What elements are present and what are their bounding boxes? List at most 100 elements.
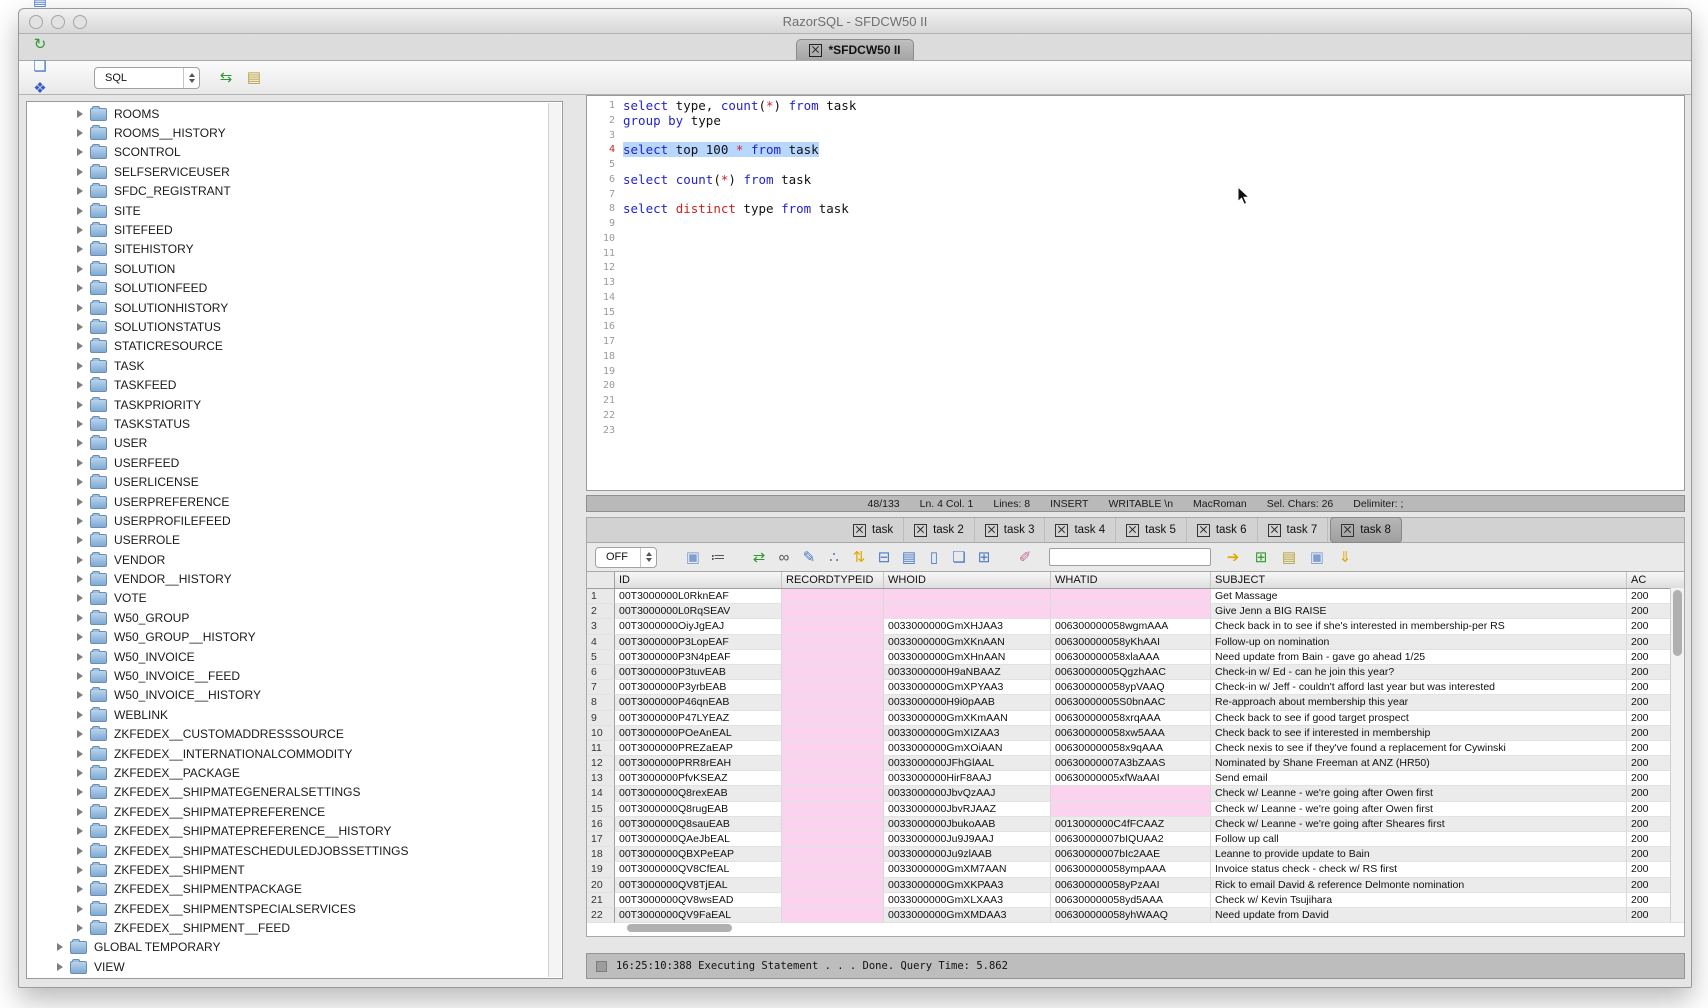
- tree-item[interactable]: ZKFEDEX__SHIPMATEPREFERENCE: [27, 802, 548, 821]
- auto-refresh-select[interactable]: OFF: [595, 547, 657, 568]
- cell-whatid[interactable]: 00630000007bIQUAA2: [1051, 832, 1211, 847]
- close-results-tab-icon[interactable]: [985, 524, 998, 537]
- cell-whoid[interactable]: 0033000000GmXPYAA3: [884, 680, 1051, 695]
- disclosure-triangle-icon[interactable]: [77, 245, 83, 253]
- close-tab-icon[interactable]: [809, 44, 822, 57]
- disclosure-triangle-icon[interactable]: [77, 808, 83, 816]
- results-tab[interactable]: task 8: [1330, 517, 1402, 543]
- tree-item[interactable]: SOLUTION: [27, 259, 548, 278]
- sql-editor[interactable]: 1234567891011121314151617181920212223 se…: [586, 95, 1685, 491]
- results-tab[interactable]: task 6: [1187, 518, 1258, 542]
- cell-whoid[interactable]: 0033000000Ju9zlAAB: [884, 847, 1051, 862]
- disclosure-triangle-icon[interactable]: [77, 905, 83, 913]
- cell-recordtypeid[interactable]: [782, 619, 884, 634]
- cell-whoid[interactable]: 0033000000GmXKPAA3: [884, 878, 1051, 893]
- search-next-icon[interactable]: ➔: [1222, 546, 1244, 568]
- tree-item[interactable]: VOTE: [27, 589, 548, 608]
- view-row-icon[interactable]: ∞: [773, 546, 795, 568]
- disclosure-triangle-icon[interactable]: [77, 769, 83, 777]
- tree-item[interactable]: SITEHISTORY: [27, 240, 548, 259]
- highlight-pen-icon[interactable]: ✐: [1014, 546, 1036, 568]
- cell-subject[interactable]: Need update from David: [1211, 908, 1627, 923]
- tree-item[interactable]: ZKFEDEX__CUSTOMADDRESSSOURCE: [27, 725, 548, 744]
- tree-item[interactable]: USERPROFILEFEED: [27, 511, 548, 530]
- disclosure-triangle-icon[interactable]: [77, 633, 83, 641]
- cell-recordtypeid[interactable]: [782, 893, 884, 908]
- cell-subject[interactable]: Check back to see if interested in membe…: [1211, 726, 1627, 741]
- cell-whatid[interactable]: 006300000058xw5AAA: [1051, 726, 1211, 741]
- cell-subject[interactable]: Check-in w/ Jeff - couldn't afford last …: [1211, 680, 1627, 695]
- tree-item[interactable]: SOLUTIONSTATUS: [27, 317, 548, 336]
- table-row[interactable]: 15 00T3000000Q8rugEAB 0033000000JbvRJAAZ…: [587, 802, 1684, 817]
- disclosure-triangle-icon[interactable]: [77, 401, 83, 409]
- document-tab[interactable]: *SFDCW50 II: [796, 39, 913, 60]
- sort-rows-icon[interactable]: ⇅: [848, 546, 870, 568]
- disclosure-triangle-icon[interactable]: [77, 478, 83, 486]
- save-results-icon[interactable]: ▣: [682, 546, 704, 568]
- cell-subject[interactable]: Check-in w/ Ed - can he join this year?: [1211, 665, 1627, 680]
- table-row[interactable]: 2 00T3000000L0RqSEAV Give Jenn a BIG RAI…: [587, 604, 1684, 619]
- cell-whoid[interactable]: 0033000000H9i0pAAB: [884, 695, 1051, 710]
- generate-sql-icon[interactable]: ⊞: [1250, 546, 1272, 568]
- cell-subject[interactable]: Get Massage: [1211, 589, 1627, 604]
- disclosure-triangle-icon[interactable]: [77, 847, 83, 855]
- close-results-tab-icon[interactable]: [1055, 524, 1068, 537]
- disclosure-triangle-icon[interactable]: [77, 129, 83, 137]
- column-header-activitydate[interactable]: AC: [1627, 572, 1684, 588]
- disclosure-triangle-icon[interactable]: [77, 498, 83, 506]
- form-view-icon[interactable]: ▯: [923, 546, 945, 568]
- insert-row-icon[interactable]: ∴: [823, 546, 845, 568]
- minimize-button[interactable]: [51, 15, 65, 29]
- disclosure-triangle-icon[interactable]: [77, 304, 83, 312]
- cell-whatid[interactable]: 006300000058x9qAAA: [1051, 741, 1211, 756]
- cell-whoid[interactable]: 0033000000GmXHnAAN: [884, 650, 1051, 665]
- cell-recordtypeid[interactable]: [782, 786, 884, 801]
- cell-id[interactable]: 00T3000000Q8rexEAB: [615, 786, 782, 801]
- cell-whatid[interactable]: [1051, 589, 1211, 604]
- cell-whatid[interactable]: 006300000058wgmAAA: [1051, 619, 1211, 634]
- tree-item[interactable]: ZKFEDEX__SHIPMATESCHEDULEDJOBSSETTINGS: [27, 841, 548, 860]
- results-tab[interactable]: task 2: [904, 518, 975, 542]
- disclosure-triangle-icon[interactable]: [77, 168, 83, 176]
- disclosure-triangle-icon[interactable]: [77, 284, 83, 292]
- cell-whatid[interactable]: [1051, 802, 1211, 817]
- cell-whatid[interactable]: 006300000058yPzAAI: [1051, 878, 1211, 893]
- table-row[interactable]: 8 00T3000000P46qnEAB 0033000000H9i0pAAB …: [587, 695, 1684, 710]
- cell-id[interactable]: 00T3000000Q8rugEAB: [615, 802, 782, 817]
- sidebar-scrollbar[interactable]: [548, 103, 561, 977]
- cell-whoid[interactable]: 0033000000GmXLXAA3: [884, 893, 1051, 908]
- column-header-whatid[interactable]: WHATID: [1051, 572, 1211, 588]
- tree-item[interactable]: W50_GROUP: [27, 608, 548, 627]
- cell-whoid[interactable]: 0033000000JbukoAAB: [884, 817, 1051, 832]
- refresh-icon[interactable]: ↻: [29, 34, 51, 56]
- tree-item[interactable]: SCONTROL: [27, 143, 548, 162]
- close-results-tab-icon[interactable]: [853, 524, 866, 537]
- disclosure-triangle-icon[interactable]: [77, 788, 83, 796]
- cell-id[interactable]: 00T3000000QBXPeEAP: [615, 847, 782, 862]
- export-table-icon[interactable]: ⊟: [873, 546, 895, 568]
- tree-item[interactable]: ROOMS: [27, 104, 548, 123]
- results-tab[interactable]: task 3: [975, 518, 1046, 542]
- cell-recordtypeid[interactable]: [782, 862, 884, 877]
- cell-whatid[interactable]: 00630000005QgzhAAC: [1051, 665, 1211, 680]
- cell-recordtypeid[interactable]: [782, 665, 884, 680]
- zoom-button[interactable]: [73, 15, 87, 29]
- tree-item[interactable]: VENDOR: [27, 550, 548, 569]
- statement-type-select[interactable]: SQL: [94, 67, 200, 89]
- cell-whoid[interactable]: 0033000000JbvRJAAZ: [884, 802, 1051, 817]
- results-list-icon[interactable]: ▤: [243, 67, 265, 89]
- cell-whatid[interactable]: 00630000007A3bZAAS: [1051, 756, 1211, 771]
- cell-recordtypeid[interactable]: [782, 908, 884, 923]
- table-row[interactable]: 7 00T3000000P3yrbEAB 0033000000GmXPYAA3 …: [587, 680, 1684, 695]
- table-row[interactable]: 16 00T3000000Q8sauEAB 0033000000JbukoAAB…: [587, 817, 1684, 832]
- tree-item[interactable]: ZKFEDEX__SHIPMENTSPECIALSERVICES: [27, 899, 548, 918]
- tree-item[interactable]: STATICRESOURCE: [27, 337, 548, 356]
- table-row[interactable]: 4 00T3000000P3LopEAF 0033000000GmXKnAAN …: [587, 635, 1684, 650]
- table-row[interactable]: 11 00T3000000PREZaEAP 0033000000GmXOiAAN…: [587, 741, 1684, 756]
- tree-item[interactable]: TASKPRIORITY: [27, 395, 548, 414]
- cell-subject[interactable]: Re-approach about membership this year: [1211, 695, 1627, 710]
- grid-horizontal-scrollbar-thumb[interactable]: [627, 924, 732, 932]
- cell-whoid[interactable]: 0033000000JbvQzAAJ: [884, 786, 1051, 801]
- tree-item[interactable]: SOLUTIONHISTORY: [27, 298, 548, 317]
- refresh-results-icon[interactable]: ⇄: [748, 546, 770, 568]
